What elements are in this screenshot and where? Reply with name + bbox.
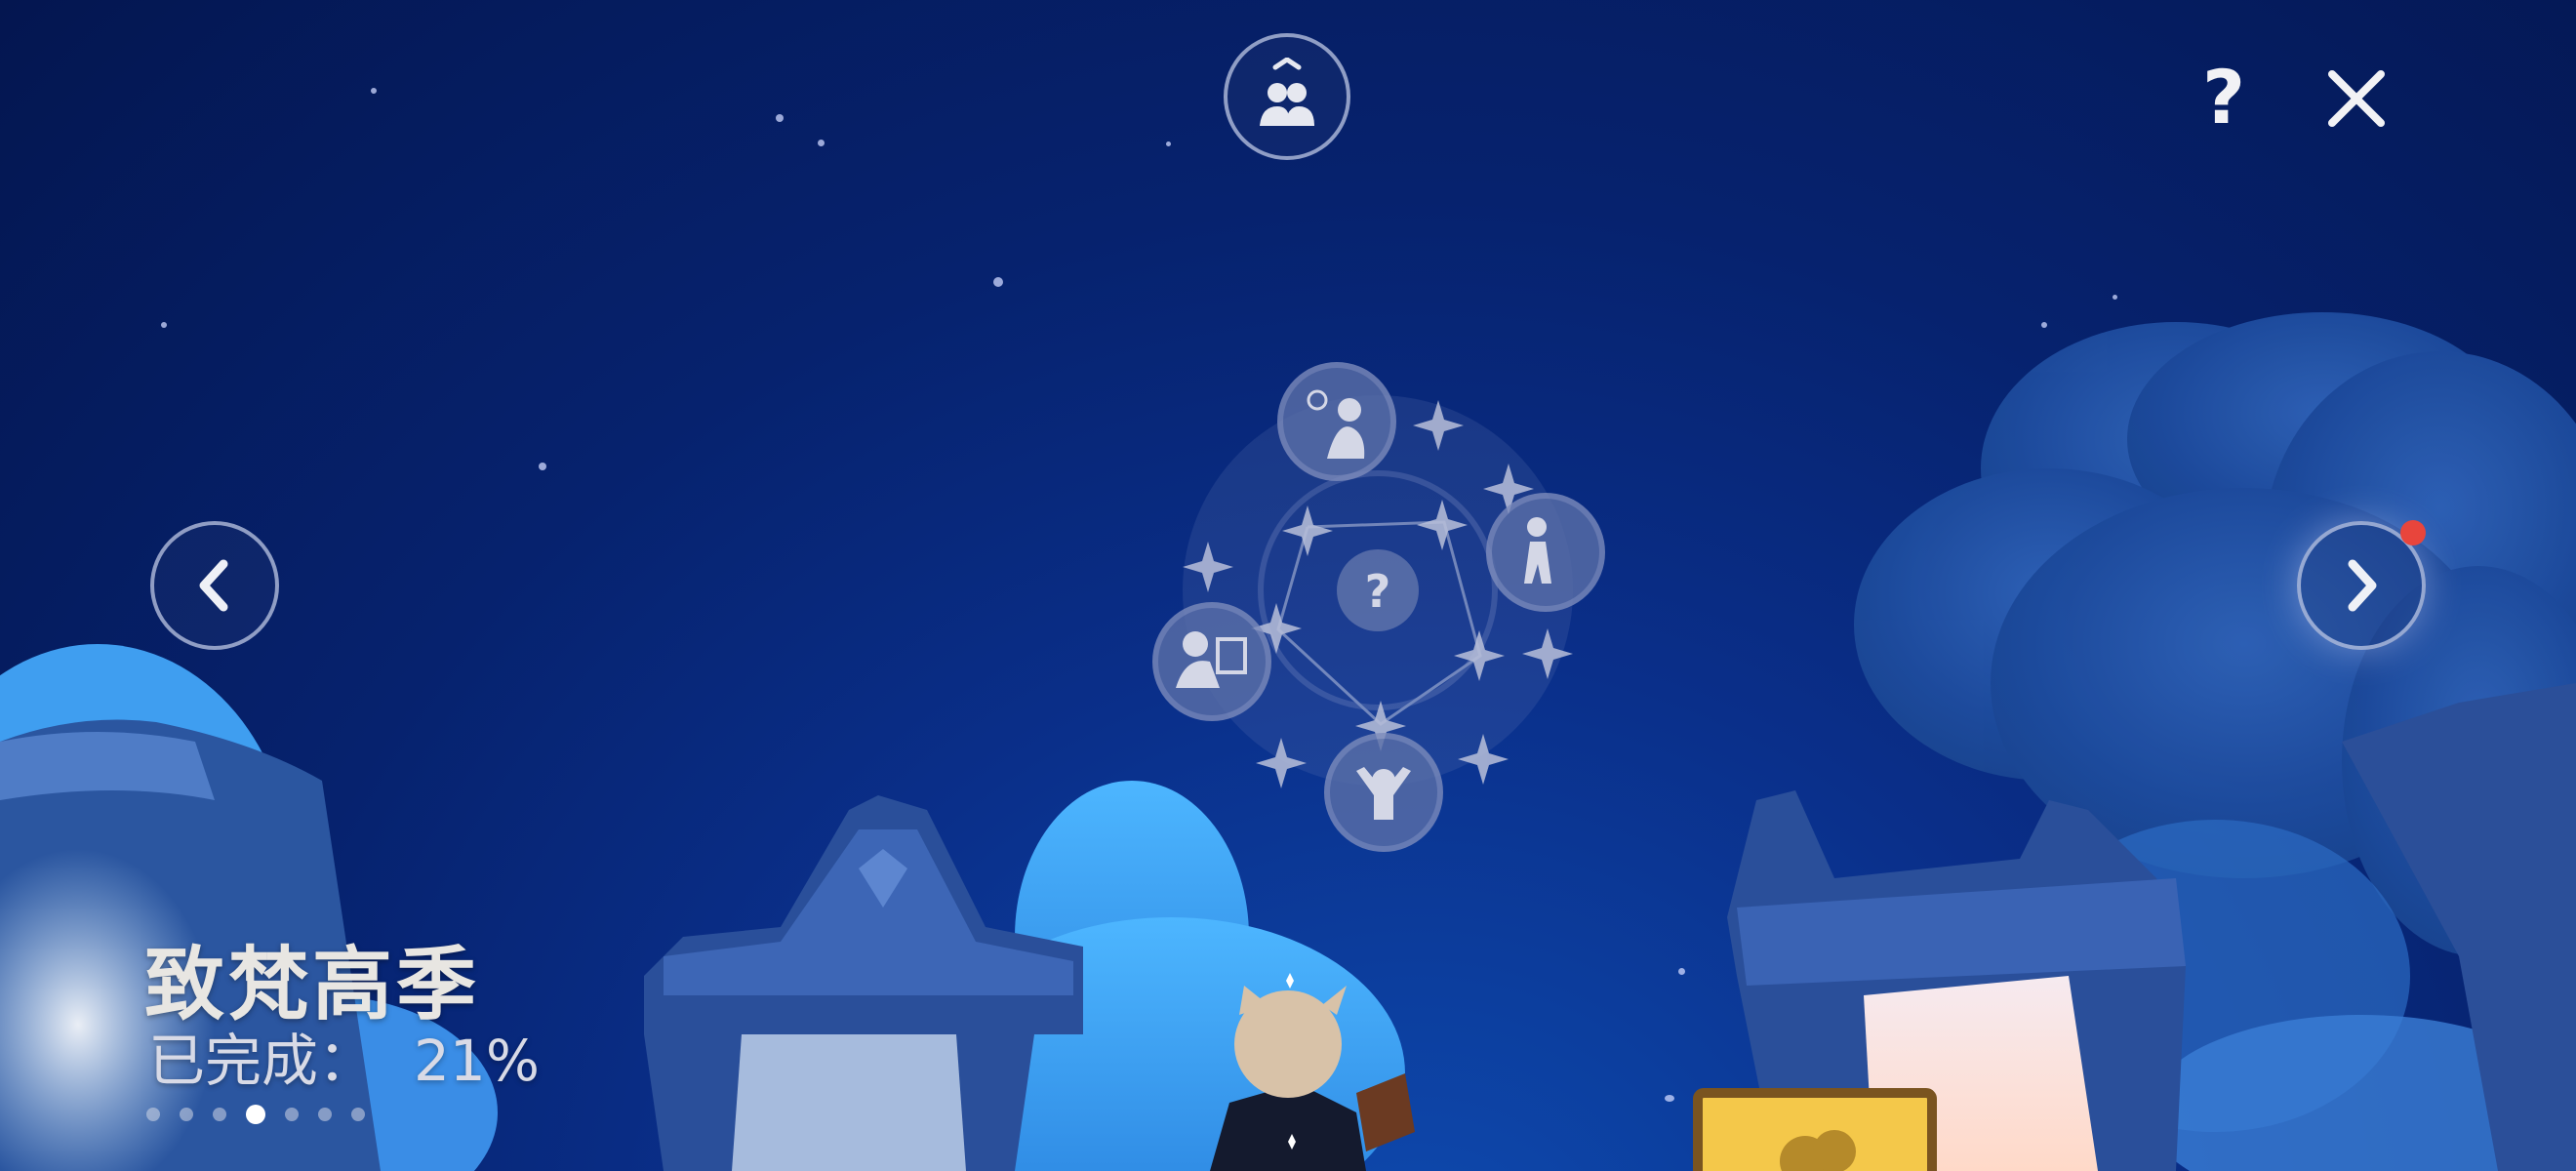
chevron-left-icon <box>199 559 228 612</box>
spirit-node-cheering[interactable] <box>1324 733 1443 852</box>
close-icon <box>2328 70 2385 127</box>
page-dot <box>180 1108 193 1121</box>
page-dot <box>285 1108 299 1121</box>
svg-text:?: ? <box>1365 565 1391 618</box>
page-dot <box>213 1108 226 1121</box>
notification-dot <box>2400 520 2426 545</box>
spirit-node-thinking[interactable] <box>1277 362 1396 481</box>
season-progress: 已完成： 21% <box>148 1015 540 1097</box>
spirit-node-painting[interactable] <box>1152 602 1271 721</box>
progress-value: 21% <box>414 1028 540 1094</box>
help-button[interactable]: ? <box>2190 59 2258 137</box>
spirit-node-walking[interactable] <box>1486 493 1605 612</box>
question-icon: ? <box>2201 54 2246 141</box>
page-dot <box>351 1108 365 1121</box>
close-button[interactable] <box>2322 64 2391 133</box>
constellation-center-locked[interactable]: ? <box>1337 549 1419 631</box>
previous-season-button[interactable] <box>150 521 279 650</box>
chevron-right-icon <box>2348 559 2377 612</box>
page-dot <box>146 1108 160 1121</box>
page-dot <box>318 1108 332 1121</box>
friends-icon <box>1260 58 1314 126</box>
progress-label: 已完成： <box>148 1028 376 1094</box>
friends-button[interactable] <box>1224 33 1350 160</box>
page-dot-active <box>246 1105 265 1124</box>
page-indicator <box>146 1105 365 1124</box>
